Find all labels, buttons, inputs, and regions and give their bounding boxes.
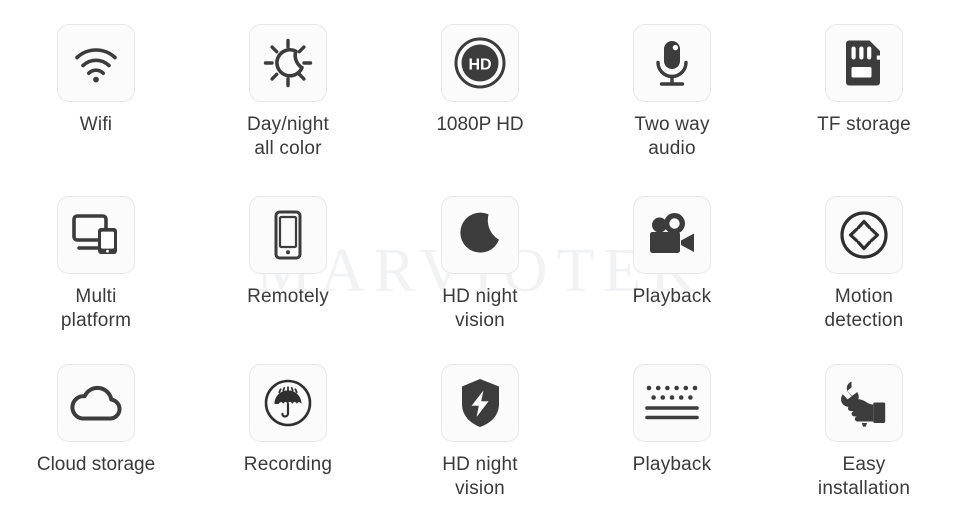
monitor-phone-icon (70, 211, 122, 259)
feature-cell-recording[interactable]: Recording (192, 344, 384, 525)
feature-label: Remotely (247, 286, 329, 307)
feature-tile-hd-night-vision[interactable] (441, 196, 519, 274)
feature-tile-motion-detection[interactable] (825, 196, 903, 274)
feature-label: Multi platform (60, 286, 132, 331)
feature-cell-motion-detection[interactable]: Motion detection (768, 172, 960, 344)
video-camera-icon (645, 211, 699, 259)
feature-cell-remotely[interactable]: Remotely (192, 172, 384, 344)
crescent-moon-icon (455, 210, 505, 260)
sd-card-icon (840, 37, 888, 89)
features-grid: Wifi Day/night all color HD 1080P HD Two… (0, 0, 960, 525)
feature-cell-wifi[interactable]: Wifi (0, 0, 192, 172)
feature-cell-tf-storage[interactable]: TF storage (768, 0, 960, 172)
feature-label: TF storage (817, 114, 911, 135)
feature-label: Playback (632, 286, 712, 307)
feature-tile-recording[interactable] (249, 364, 327, 442)
feature-tile-1080p-hd[interactable]: HD (441, 24, 519, 102)
feature-tile-remotely[interactable] (249, 196, 327, 274)
feature-label: Two way audio (634, 114, 710, 159)
feature-cell-easy-installation[interactable]: Easy installation (768, 344, 960, 525)
feature-label: Motion detection (824, 286, 904, 331)
feature-cell-playback[interactable]: Playback (576, 172, 768, 344)
feature-tile-wifi[interactable] (57, 24, 135, 102)
svg-text:HD: HD (468, 56, 491, 73)
feature-cell-hd-night-vision[interactable]: HD night vision (384, 172, 576, 344)
feature-label: HD night vision (442, 286, 518, 331)
cloud-icon (68, 381, 124, 425)
feature-label: Cloud storage (36, 454, 156, 475)
hd-badge-icon: HD (453, 36, 507, 90)
feature-tile-two-way-audio[interactable] (633, 24, 711, 102)
feature-tile-playback[interactable] (633, 196, 711, 274)
feature-cell-day-night[interactable]: Day/night all color (192, 0, 384, 172)
feature-cell-1080p-hd[interactable]: HD 1080P HD (384, 0, 576, 172)
moon-sun-icon (262, 37, 314, 89)
feature-cell-multi-platform[interactable]: Multi platform (0, 172, 192, 344)
feature-tile-hd-night-vision-2[interactable] (441, 364, 519, 442)
umbrella-circle-icon (262, 377, 314, 429)
feature-cell-cloud-storage[interactable]: Cloud storage (0, 344, 192, 525)
feature-label: HD night vision (442, 454, 518, 499)
feature-label: Playback (632, 454, 712, 475)
feature-label: Day/night all color (246, 114, 330, 159)
feature-tile-easy-installation[interactable] (825, 364, 903, 442)
shield-bolt-icon (458, 377, 502, 429)
feature-grid-page: MARVIOTEK Wifi (0, 0, 960, 525)
feature-cell-two-way-audio[interactable]: Two way audio (576, 0, 768, 172)
feature-label: Wifi (79, 114, 113, 135)
feature-tile-multi-platform[interactable] (57, 196, 135, 274)
feature-tile-day-night[interactable] (249, 24, 327, 102)
wrench-hand-icon (837, 378, 891, 428)
wifi-icon (70, 37, 122, 89)
four-arrows-circle-icon (838, 209, 890, 261)
feature-label: Recording (243, 454, 333, 475)
microphone-icon (647, 37, 697, 89)
feature-label: Easy installation (817, 454, 911, 499)
smartphone-icon (271, 209, 305, 261)
feature-tile-playback-2[interactable] (633, 364, 711, 442)
feature-label: 1080P HD (436, 114, 524, 135)
dots-lines-icon (644, 381, 700, 425)
feature-tile-tf-storage[interactable] (825, 24, 903, 102)
feature-tile-cloud-storage[interactable] (57, 364, 135, 442)
feature-cell-hd-night-vision-2[interactable]: HD night vision (384, 344, 576, 525)
feature-cell-playback-2[interactable]: Playback (576, 344, 768, 525)
